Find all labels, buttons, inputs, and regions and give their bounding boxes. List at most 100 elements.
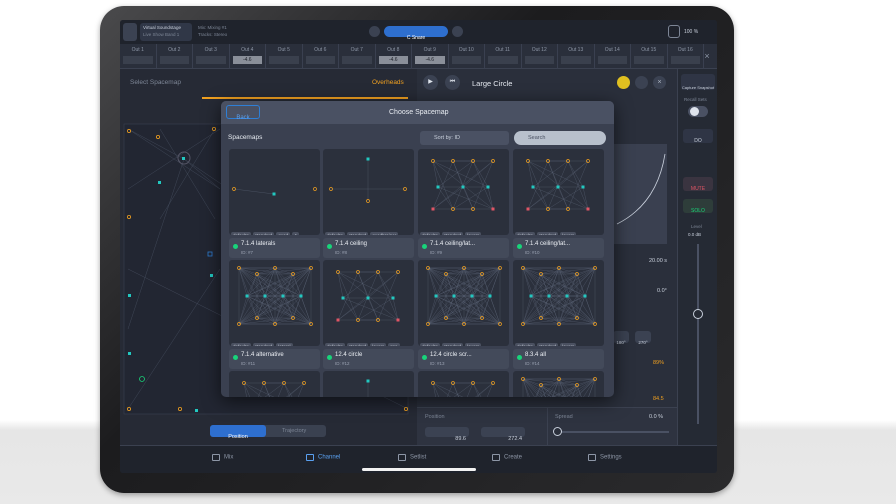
angle-value: 0.0°: [657, 288, 667, 294]
level-value: 0.0 dB: [688, 232, 702, 237]
level-label: Level: [691, 224, 702, 229]
play-button[interactable]: ▶: [423, 75, 438, 90]
tab-settings[interactable]: Settings: [588, 454, 622, 461]
recall-toggle-knob: [690, 107, 699, 116]
spacemap-card[interactable]: [513, 371, 604, 397]
output-cell[interactable]: Out 14: [595, 44, 631, 69]
spacemap-card[interactable]: defaultsstandardlayersspa: [323, 260, 414, 346]
position-section: [417, 407, 547, 445]
status-dot: [233, 355, 238, 360]
tab-trajectory[interactable]: Trajectory: [282, 428, 306, 434]
spacemap-card[interactable]: [418, 371, 509, 397]
skip-back-button[interactable]: ⏮: [445, 75, 460, 90]
capture-snapshot-button[interactable]: Capture Snapshot: [681, 74, 715, 90]
close-outputs-button[interactable]: ×: [701, 50, 713, 62]
back-button[interactable]: Back: [226, 105, 260, 121]
output-cell[interactable]: Out 9 -4.6: [412, 44, 449, 69]
tab-position[interactable]: Position: [210, 425, 266, 440]
spacemap-name: 8.3.4 all: [525, 352, 547, 358]
output-cell[interactable]: Out 5: [266, 44, 303, 69]
rotate-180-button[interactable]: 180°: [613, 331, 629, 345]
level-fader-thumb[interactable]: [693, 309, 703, 319]
speaker-node: [436, 185, 440, 189]
tab-setlist[interactable]: Setlist: [398, 454, 426, 461]
output-label: Out 15: [641, 47, 657, 53]
output-cell[interactable]: Out 8 -4.6: [376, 44, 412, 69]
choose-spacemap-dialog: Back Choose Spacemap Spacemaps Sort by: …: [221, 101, 614, 397]
output-cell[interactable]: Out 7: [339, 44, 376, 69]
spacemap-card[interactable]: defaultsstandardlayers: [513, 260, 604, 346]
spread-slider-thumb[interactable]: [553, 427, 562, 436]
tab-mix[interactable]: Mix: [212, 454, 233, 461]
spacemap-name: 7.1.4 alternative: [241, 352, 284, 358]
tab-channel[interactable]: Channel: [306, 454, 340, 461]
channel-selector[interactable]: C Snare: [384, 26, 448, 41]
spread-slider[interactable]: [557, 431, 669, 433]
spacemap-caption[interactable]: 7.1.4 ceiling ID: #8: [323, 238, 414, 258]
close-button[interactable]: ×: [653, 76, 666, 89]
output-cell[interactable]: Out 3: [193, 44, 230, 69]
percent-value: 89%: [653, 360, 665, 366]
next-channel-button[interactable]: [452, 26, 463, 37]
mute-button[interactable]: MUTE: [683, 177, 713, 192]
output-cell[interactable]: Out 13: [558, 44, 595, 69]
spacemap-id: ID: #9: [430, 250, 443, 255]
tag: defaults: [420, 343, 440, 346]
pos-x-field[interactable]: 89.6: [425, 427, 469, 442]
tag: standard: [346, 232, 369, 235]
spacemap-name: 7.1.4 laterals: [241, 241, 276, 247]
output-cell[interactable]: Out 1: [120, 44, 157, 69]
app-logo[interactable]: [123, 23, 137, 41]
spacemap-caption[interactable]: 12.4 circle ID: #12: [323, 349, 414, 369]
spacemap-caption[interactable]: 7.1.4 ceiling/lat... ID: #10: [513, 238, 604, 258]
speaker-node: [529, 294, 533, 298]
status-dot: [422, 244, 427, 249]
sort-button[interactable]: Sort by: ID: [420, 131, 509, 145]
speaker-node: [470, 294, 474, 298]
output-cell[interactable]: Out 6: [303, 44, 339, 69]
tag: standard: [252, 232, 275, 235]
spacemap-caption[interactable]: 12.4 circle scr... ID: #13: [418, 349, 509, 369]
tab-create[interactable]: Create: [492, 454, 522, 461]
output-cell[interactable]: Out 2: [157, 44, 193, 69]
tab-label: Settings: [600, 454, 622, 461]
do-button[interactable]: DO: [683, 129, 713, 144]
spacemap-name: 12.4 circle scr...: [430, 352, 472, 358]
output-cell[interactable]: Out 16: [668, 44, 704, 69]
spacemap-card[interactable]: defaultsstandardquadbrainer: [323, 149, 414, 235]
output-cell[interactable]: Out 15: [631, 44, 668, 69]
spacemap-caption[interactable]: 7.1.4 ceiling/lat... ID: #9: [418, 238, 509, 258]
spacemap-card[interactable]: [229, 371, 320, 397]
output-cell[interactable]: Out 12: [522, 44, 558, 69]
spacemap-card[interactable]: defaultsstandardlateral: [229, 260, 320, 346]
setlist-icon: [398, 454, 406, 461]
loop-button[interactable]: [617, 76, 630, 89]
output-cell[interactable]: Out 11: [485, 44, 522, 69]
mixer-icon[interactable]: [668, 25, 680, 38]
spacemap-caption[interactable]: 7.1.4 laterals ID: #7: [229, 238, 320, 258]
level-fader-track[interactable]: [697, 244, 699, 424]
spacemap-caption[interactable]: 7.1.4 alternative ID: #11: [229, 349, 320, 369]
output-cell[interactable]: Out 10: [449, 44, 485, 69]
tab-label: Create: [504, 454, 523, 461]
output-value: [269, 56, 299, 64]
rotate-270-button[interactable]: 270°: [635, 331, 651, 345]
spacemap-card[interactable]: [323, 371, 414, 397]
spacemap-thumbnail: [431, 381, 495, 397]
tag-list: defaultsstandardlayers: [515, 335, 578, 346]
spacemap-card[interactable]: defaultsstandardlayers: [418, 149, 509, 235]
tag: standard: [536, 343, 559, 346]
pos-y-field[interactable]: 272.4: [481, 427, 525, 442]
spacemap-card[interactable]: defaultsstandardlayers: [513, 149, 604, 235]
spacemap-card[interactable]: defaultsstandardquad4: [229, 149, 320, 235]
pos-y-value: 272.4: [508, 436, 522, 442]
search-input[interactable]: Search: [514, 131, 606, 145]
spread-value: 0.0 %: [649, 414, 664, 420]
prev-channel-button[interactable]: [369, 26, 380, 37]
spacemap-caption[interactable]: 8.3.4 all ID: #14: [513, 349, 604, 369]
copy-button[interactable]: [635, 76, 648, 89]
spacemap-card[interactable]: defaultsstandardlayers: [418, 260, 509, 346]
output-cell[interactable]: Out 4 -4.6: [230, 44, 266, 69]
output-strip: Out 1 Out 2 Out 3 Out 4 -4.6 Out 5 Out 6 Out 7 O…: [120, 44, 717, 69]
solo-button[interactable]: SOLO: [683, 199, 713, 214]
